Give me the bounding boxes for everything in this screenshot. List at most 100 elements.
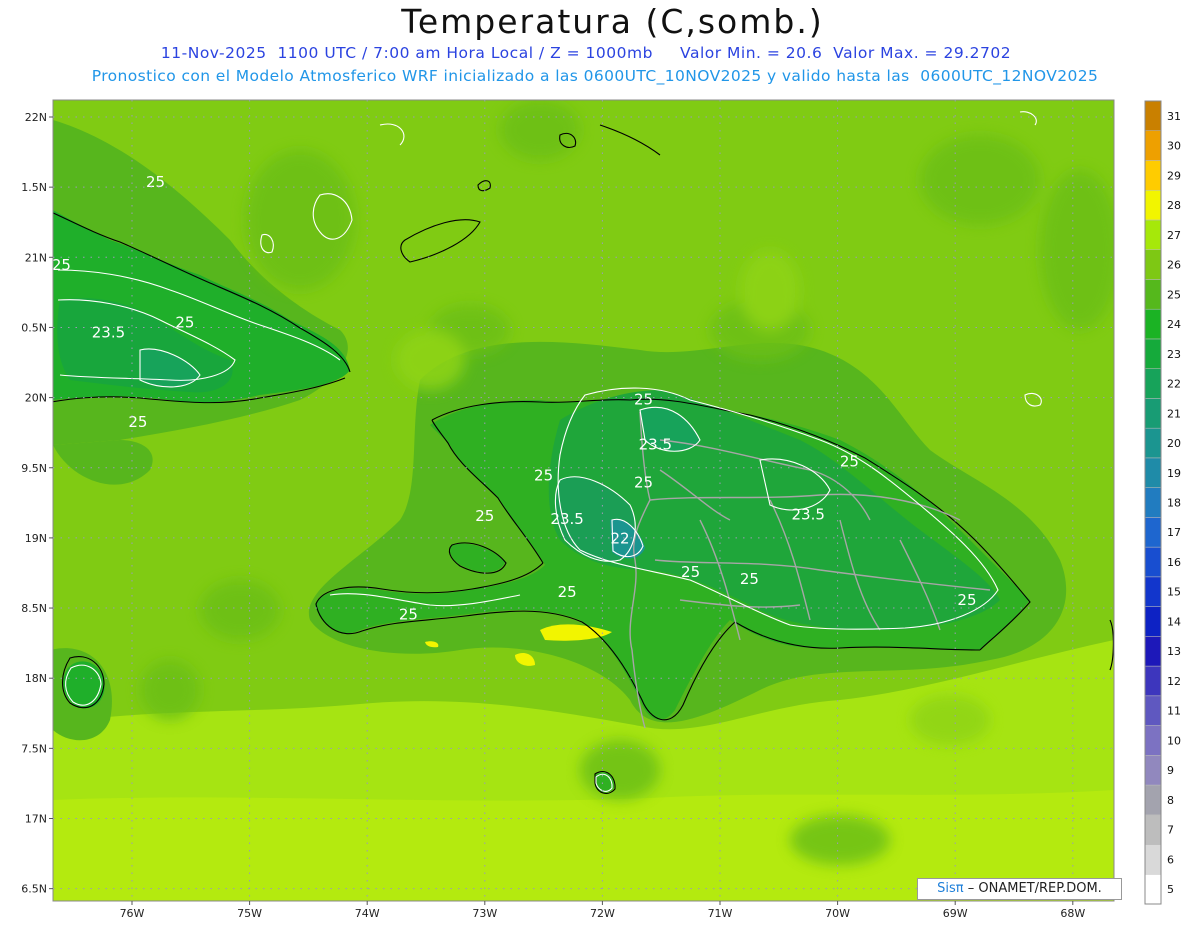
lat-tick-label: 7.5N [21, 742, 47, 755]
colorbar-label: 28 [1167, 199, 1181, 212]
contour-label: 25 [175, 313, 194, 331]
lat-tick-label: 21N [25, 251, 47, 264]
contour-label: 23.5 [550, 510, 583, 528]
lat-tick-label: 8.5N [21, 602, 47, 615]
colorbar-label: 15 [1167, 586, 1181, 599]
colorbar-label: 11 [1167, 705, 1181, 718]
colorbar-swatch [1144, 219, 1162, 250]
colorbar: 5 6 7 8 9 10 11 12 13 14 15 16 17 18 19 20 21 22 23 24 25 26 2… [1144, 100, 1181, 905]
lat-tick-label: 22N [25, 111, 47, 124]
contour-label: 25 [634, 391, 653, 409]
colorbar-label: 29 [1167, 169, 1181, 182]
credit-sis: Sisπ [937, 881, 964, 896]
contour-label: 25 [740, 570, 759, 588]
colorbar-label: 26 [1167, 259, 1181, 272]
colorbar-swatch [1144, 636, 1162, 667]
colorbar-label: 27 [1167, 229, 1181, 242]
plot-area: 252523.523.523.525252523.525252523.52223… [0, 100, 1114, 901]
lat-tick-label: 1.5N [21, 181, 47, 194]
lat-tick-label: 0.5N [21, 321, 47, 334]
colorbar-swatch [1144, 606, 1162, 637]
contour-label: 23.5 [791, 506, 824, 524]
colorbar-label: 14 [1167, 615, 1181, 628]
lon-tick-label: 71W [708, 907, 733, 920]
lon-tick-label: 72W [590, 907, 615, 920]
colorbar-swatch [1144, 398, 1162, 429]
contour-label: 25 [128, 413, 147, 431]
contour-label: 25 [146, 173, 165, 191]
lon-tick-label: 74W [355, 907, 380, 920]
colorbar-swatch [1144, 695, 1162, 726]
contour-label: 23.5 [92, 323, 125, 341]
colorbar-swatch [1144, 755, 1162, 786]
contour-label: 25 [475, 507, 494, 525]
lon-tick-label: 70W [825, 907, 850, 920]
contour-label: 25 [681, 563, 700, 581]
colorbar-swatch [1144, 279, 1162, 310]
longitude-axis: 76W 75W 74W 73W 72W 71W 70W 69W 68W [120, 901, 1085, 920]
contour-label: 25 [534, 466, 553, 484]
contour-label: 23.5 [0, 302, 19, 320]
colorbar-swatch [1144, 665, 1162, 697]
lat-tick-label: 20N [25, 392, 47, 405]
credit-org: – ONAMET/REP.DOM. [967, 881, 1102, 896]
colorbar-swatch [1144, 576, 1162, 607]
contour-label: 22 [610, 530, 629, 548]
colorbar-label: 12 [1167, 675, 1181, 688]
colorbar-swatch [1144, 427, 1162, 459]
colorbar-swatch [1144, 189, 1162, 221]
colorbar-label: 7 [1167, 824, 1174, 837]
colorbar-label: 16 [1167, 556, 1181, 569]
colorbar-swatch [1144, 338, 1162, 369]
colorbar-label: 20 [1167, 437, 1181, 450]
colorbar-swatch [1144, 457, 1162, 488]
colorbar-swatch [1144, 308, 1162, 340]
colorbar-swatch [1144, 160, 1162, 191]
colorbar-swatch [1144, 487, 1162, 518]
colorbar-swatch [1144, 546, 1162, 578]
colorbar-swatch [1144, 725, 1162, 756]
colorbar-label: 22 [1167, 378, 1181, 391]
colorbar-label: 9 [1167, 764, 1174, 777]
colorbar-swatch [1144, 814, 1162, 845]
colorbar-swatch [1144, 130, 1162, 161]
contour-label: 25 [52, 256, 71, 274]
lat-tick-label: 9.5N [21, 462, 47, 475]
colorbar-swatch [1144, 874, 1162, 905]
lat-tick-label: 17N [25, 813, 47, 826]
colorbar-label: 17 [1167, 526, 1181, 539]
credit-box: Sisπ – ONAMET/REP.DOM. [917, 878, 1122, 900]
colorbar-label: 8 [1167, 794, 1174, 807]
colorbar-label: 6 [1167, 853, 1174, 866]
lon-tick-label: 75W [237, 907, 262, 920]
temperature-map: 25 25 23.5 23.5 23.5 25 25 25 23.5 25 25 25 23.5 22 23… [0, 99, 1181, 920]
colorbar-label: 10 [1167, 734, 1181, 747]
colorbar-label: 24 [1167, 318, 1181, 331]
contour-label: 25 [558, 583, 577, 601]
colorbar-swatch [1144, 100, 1162, 131]
lat-tick-label: 6.5N [21, 883, 47, 896]
colorbar-swatch [1144, 368, 1162, 399]
lon-tick-label: 76W [120, 907, 145, 920]
colorbar-label: 25 [1167, 288, 1181, 301]
latitude-axis: 22N 1.5N 21N 0.5N 20N 9.5N 19N 8.5N 18N 7.5N 17N 6.… [21, 111, 53, 896]
lon-tick-label: 68W [1060, 907, 1085, 920]
colorbar-swatch [1144, 517, 1162, 548]
lat-tick-label: 19N [25, 532, 47, 545]
colorbar-label: 5 [1167, 883, 1174, 896]
colorbar-label: 18 [1167, 497, 1181, 510]
lon-tick-label: 69W [943, 907, 968, 920]
contour-label: 25 [634, 473, 653, 491]
colorbar-label: 13 [1167, 645, 1181, 658]
colorbar-swatch [1144, 784, 1162, 816]
colorbar-label: 31 [1167, 110, 1181, 123]
contour-label: 25 [957, 591, 976, 609]
lat-tick-label: 18N [25, 672, 47, 685]
colorbar-label: 23 [1167, 348, 1181, 361]
colorbar-label: 30 [1167, 140, 1181, 153]
colorbar-swatch [1144, 844, 1162, 875]
lon-tick-label: 73W [472, 907, 497, 920]
colorbar-label: 19 [1167, 467, 1181, 480]
contour-label: 23.5 [639, 436, 672, 454]
contour-label: 25 [399, 605, 418, 623]
